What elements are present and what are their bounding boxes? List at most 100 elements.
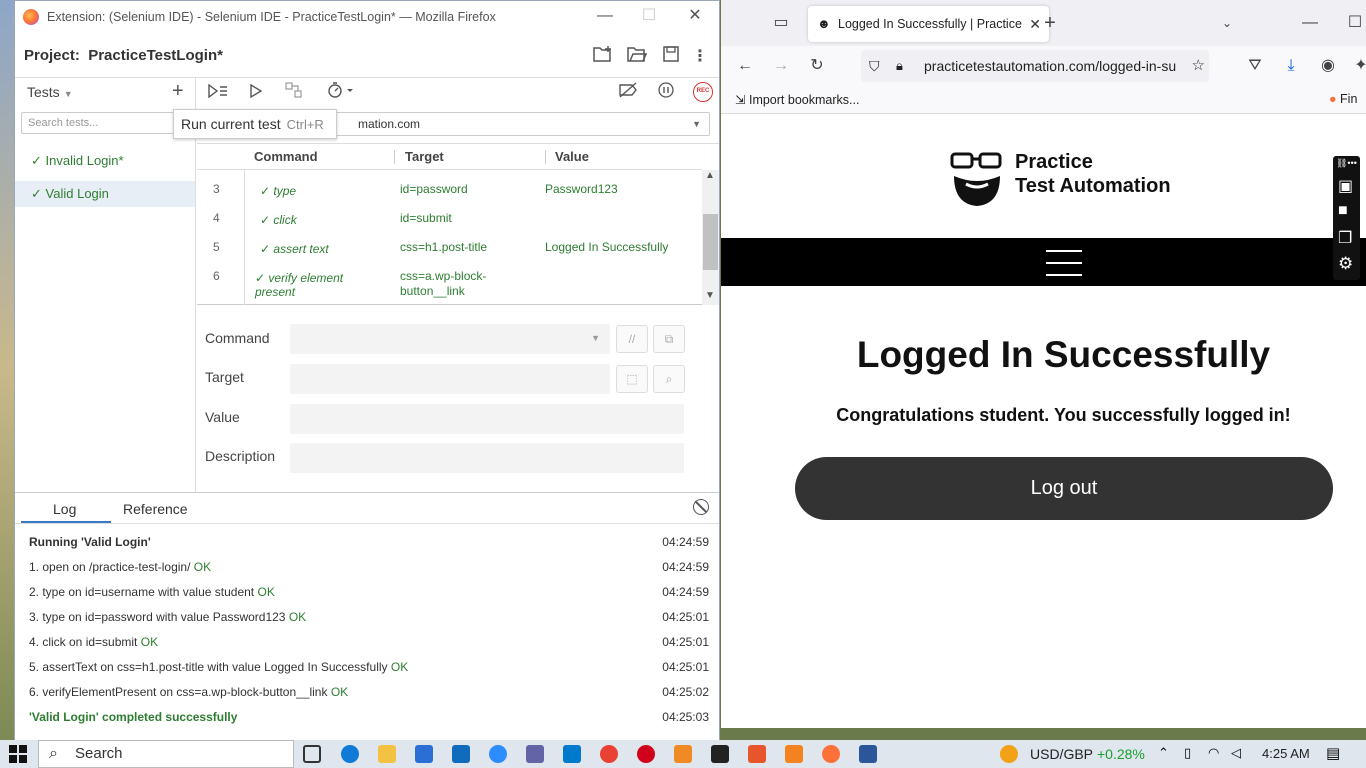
- volume-icon[interactable]: ◁: [1231, 745, 1241, 761]
- windows-start-icon[interactable]: [8, 744, 28, 764]
- browser-tab[interactable]: ☻ Logged In Successfully | Practice ✕: [808, 6, 1049, 42]
- back-icon[interactable]: ←: [733, 54, 757, 78]
- firefox-icon[interactable]: [822, 745, 840, 763]
- add-test-button[interactable]: +: [172, 80, 184, 103]
- run-all-tests-icon[interactable]: [207, 82, 229, 104]
- tab-reference[interactable]: Reference: [123, 501, 188, 517]
- list-all-tabs-icon[interactable]: ⌄: [1215, 11, 1239, 35]
- search-app-icon[interactable]: [785, 745, 803, 763]
- word-icon[interactable]: [859, 745, 877, 763]
- notifications-icon[interactable]: ▤: [1326, 744, 1340, 762]
- meet-icon[interactable]: [526, 745, 544, 763]
- vscode-icon[interactable]: [563, 745, 581, 763]
- hamburger-menu-icon[interactable]: [1041, 248, 1087, 278]
- select-target-icon[interactable]: ⬚: [616, 365, 648, 393]
- taskbar-search[interactable]: ⌕ Search: [38, 740, 294, 768]
- wifi-icon[interactable]: ◠: [1208, 745, 1219, 761]
- bookmark-star-icon[interactable]: ☆: [1192, 50, 1205, 82]
- run-current-test-icon[interactable]: [245, 82, 267, 104]
- site-name[interactable]: Practice Test Automation: [1015, 150, 1171, 198]
- url-bar[interactable]: ⛉ 🔒︎ practicetestautomation.com/logged-i…: [861, 50, 1209, 82]
- lock-icon[interactable]: 🔒︎: [896, 50, 903, 82]
- maximize-button[interactable]: ☐: [1343, 11, 1366, 35]
- reload-icon[interactable]: ↻: [805, 54, 829, 78]
- record-button[interactable]: REC: [693, 82, 713, 102]
- opera-icon[interactable]: [637, 745, 655, 763]
- command-field[interactable]: ▼: [290, 324, 610, 354]
- minimize-button[interactable]: —: [583, 5, 627, 27]
- edge-icon[interactable]: [341, 745, 359, 763]
- comment-toggle-button[interactable]: //: [616, 325, 648, 353]
- app-icon[interactable]: [674, 745, 692, 763]
- test-item-invalid-login[interactable]: ✓ Invalid Login*: [15, 148, 195, 174]
- account-icon[interactable]: ◉: [1316, 54, 1340, 78]
- downloads-icon[interactable]: ⤓: [1279, 54, 1303, 78]
- app-icon[interactable]: [711, 745, 729, 763]
- gear-icon[interactable]: ⚙: [1338, 254, 1353, 274]
- new-project-icon[interactable]: [591, 45, 615, 69]
- log-entry: 5. assertText on css=h1.post-title with …: [29, 660, 709, 674]
- site-logo-icon: [950, 152, 1002, 206]
- file-explorer-icon[interactable]: [378, 745, 396, 763]
- description-field[interactable]: [290, 443, 684, 473]
- app-icon[interactable]: [748, 745, 766, 763]
- test-item-valid-login[interactable]: ✓ Valid Login: [15, 181, 195, 207]
- chevron-up-icon[interactable]: ⌃: [1158, 745, 1169, 761]
- currency-pair[interactable]: USD/GBP: [1030, 746, 1093, 762]
- table-scrollbar[interactable]: ▲ ▼: [702, 170, 719, 305]
- row-command: ✓ type: [260, 184, 297, 198]
- stocks-icon[interactable]: [1000, 745, 1018, 763]
- tests-dropdown[interactable]: Tests ▼: [27, 84, 73, 100]
- video-camera-icon[interactable]: ■: [1338, 202, 1348, 220]
- tab-bar-divider: [15, 523, 719, 524]
- scroll-down-icon[interactable]: ▼: [705, 290, 715, 301]
- new-tab-icon[interactable]: +: [1038, 11, 1062, 35]
- task-view-icon[interactable]: [303, 745, 321, 763]
- command-table-header: Command Target Value: [197, 144, 702, 170]
- table-row[interactable]: 6 ✓ verify element present css=a.wp-bloc…: [197, 269, 702, 303]
- battery-icon[interactable]: ▯: [1184, 745, 1191, 761]
- more-options-icon[interactable]: ⋮: [688, 45, 712, 69]
- extensions-icon[interactable]: ✦: [1349, 54, 1366, 78]
- test-speed-icon[interactable]: [325, 82, 359, 104]
- logout-button[interactable]: Log out: [795, 457, 1333, 520]
- desktop-background: [0, 0, 14, 740]
- store-icon[interactable]: [415, 745, 433, 763]
- table-row[interactable]: 5 ✓ assert text css=h1.post-title Logged…: [197, 240, 702, 268]
- scroll-up-icon[interactable]: ▲: [705, 170, 715, 181]
- save-project-icon[interactable]: [659, 45, 683, 69]
- bookmark-item[interactable]: ● Fin: [1329, 92, 1357, 106]
- close-button[interactable]: ✕: [673, 5, 717, 27]
- search-tests-input[interactable]: Search tests...: [21, 112, 189, 134]
- tab-log[interactable]: Log: [53, 501, 76, 517]
- value-field[interactable]: [290, 404, 684, 434]
- link-icon[interactable]: ⛓︎•••: [1336, 158, 1357, 169]
- outlook-icon[interactable]: [452, 745, 470, 763]
- camera-icon[interactable]: ▣: [1338, 176, 1353, 196]
- maximize-button[interactable]: ☐: [627, 5, 671, 27]
- find-target-icon[interactable]: ⌕: [653, 365, 685, 393]
- test-item-label: Valid Login: [45, 186, 109, 201]
- minimize-button[interactable]: —: [1298, 11, 1322, 35]
- row-target: id=submit: [400, 211, 452, 225]
- shield-icon[interactable]: ⛉: [869, 50, 880, 82]
- step-over-icon[interactable]: [283, 82, 305, 104]
- pocket-icon[interactable]: ⛛: [1243, 54, 1267, 78]
- import-bookmarks-link[interactable]: ⇲ Import bookmarks...: [735, 92, 859, 107]
- disable-breakpoints-icon[interactable]: [617, 82, 639, 104]
- tab-list-icon[interactable]: ▭: [769, 11, 793, 35]
- open-reference-icon[interactable]: ⧉: [653, 325, 685, 353]
- scrollbar-thumb[interactable]: [703, 214, 718, 270]
- table-row[interactable]: 3 ✓ type id=password Password123: [197, 182, 702, 210]
- target-field[interactable]: [290, 364, 610, 394]
- open-project-icon[interactable]: [625, 45, 649, 69]
- pause-on-exceptions-icon[interactable]: [655, 82, 677, 104]
- zoom-icon[interactable]: [489, 745, 507, 763]
- clock[interactable]: 4:25 AM: [1262, 746, 1310, 761]
- windows-icon[interactable]: ❐: [1338, 228, 1352, 248]
- forward-icon[interactable]: →: [769, 54, 793, 78]
- clear-log-icon[interactable]: [693, 499, 709, 515]
- row-target: id=password: [400, 182, 468, 196]
- chrome-icon[interactable]: [600, 745, 618, 763]
- table-row[interactable]: 4 ✓ click id=submit: [197, 211, 702, 239]
